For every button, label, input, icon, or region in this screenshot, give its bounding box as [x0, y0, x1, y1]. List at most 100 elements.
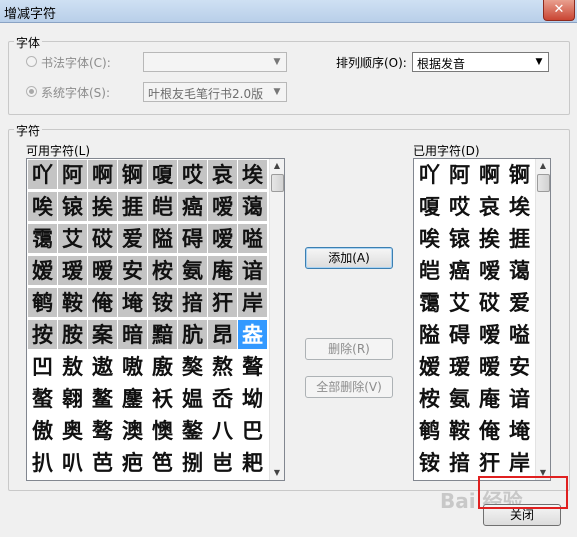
char-cell[interactable]: 唉 — [28, 192, 57, 221]
char-cell[interactable]: 嫒 — [415, 352, 444, 381]
char-cell[interactable]: 嗷 — [118, 352, 147, 381]
char-cell[interactable]: 巴 — [238, 416, 267, 445]
char-cell[interactable]: 岸 — [238, 288, 267, 317]
char-cell[interactable]: 螯 — [28, 384, 57, 413]
char-cell[interactable]: 吖 — [28, 160, 57, 189]
char-cell[interactable]: 隘 — [415, 320, 444, 349]
char-cell[interactable]: 氨 — [178, 256, 207, 285]
char-cell[interactable]: 阿 — [58, 160, 87, 189]
char-cell[interactable]: 皑 — [148, 192, 177, 221]
sort-order-select[interactable]: 根据发音 ▼ — [412, 52, 549, 72]
char-cell[interactable]: 鳌 — [88, 384, 117, 413]
char-cell[interactable]: 胺 — [58, 320, 87, 349]
char-cell[interactable]: 安 — [505, 352, 534, 381]
char-cell[interactable]: 耙 — [238, 448, 267, 477]
char-cell[interactable]: 肮 — [178, 320, 207, 349]
char-cell[interactable]: 庵 — [475, 384, 504, 413]
char-cell[interactable]: 砹 — [475, 288, 504, 317]
char-cell[interactable]: 凹 — [28, 352, 57, 381]
char-cell[interactable]: 叭 — [58, 448, 87, 477]
char-cell[interactable]: 唉 — [415, 224, 444, 253]
char-cell[interactable]: 扒 — [28, 448, 57, 477]
char-cell[interactable]: 鏖 — [118, 384, 147, 413]
char-cell[interactable]: 俺 — [475, 416, 504, 445]
char-cell[interactable]: 嗄 — [415, 192, 444, 221]
char-cell[interactable]: 霭 — [28, 224, 57, 253]
char-cell[interactable]: 傲 — [28, 416, 57, 445]
char-cell[interactable]: 哎 — [178, 160, 207, 189]
char-cell[interactable]: 埯 — [505, 416, 534, 445]
char-cell[interactable]: 锿 — [58, 192, 87, 221]
char-cell[interactable]: 坳 — [238, 384, 267, 413]
char-cell[interactable]: 蔼 — [238, 192, 267, 221]
char-cell[interactable]: 哀 — [475, 192, 504, 221]
char-cell[interactable]: 遨 — [88, 352, 117, 381]
char-cell[interactable]: 澳 — [118, 416, 147, 445]
char-cell[interactable]: 爱 — [505, 288, 534, 317]
char-cell[interactable]: 揞 — [178, 288, 207, 317]
char-cell[interactable]: 锿 — [445, 224, 474, 253]
char-cell[interactable]: 阿 — [445, 160, 474, 189]
char-cell[interactable]: 暧 — [88, 256, 117, 285]
char-cell[interactable]: 嗌 — [505, 320, 534, 349]
char-cell[interactable]: 艾 — [58, 224, 87, 253]
char-cell[interactable]: 鏊 — [178, 416, 207, 445]
char-cell[interactable]: 瑷 — [445, 352, 474, 381]
char-cell[interactable]: 熬 — [208, 352, 237, 381]
char-cell[interactable]: 桉 — [148, 256, 177, 285]
char-cell[interactable]: 捱 — [505, 224, 534, 253]
char-cell[interactable]: 廒 — [148, 352, 177, 381]
char-cell[interactable]: 芭 — [88, 448, 117, 477]
char-cell[interactable]: 鹌 — [415, 416, 444, 445]
scroll-up-icon[interactable]: ▲ — [270, 159, 284, 173]
char-cell[interactable]: 瑷 — [58, 256, 87, 285]
char-cell[interactable]: 鞍 — [445, 416, 474, 445]
char-cell[interactable]: 嗳 — [208, 224, 237, 253]
char-cell[interactable]: 嗳 — [208, 192, 237, 221]
char-cell[interactable]: 挨 — [475, 224, 504, 253]
system-font-select[interactable]: 叶根友毛笔行书2.0版 ▼ — [143, 82, 287, 102]
calligraphy-font-select[interactable]: ▼ — [143, 52, 287, 72]
char-cell[interactable]: 黯 — [148, 320, 177, 349]
char-cell[interactable]: 桉 — [415, 384, 444, 413]
char-cell[interactable]: 铵 — [415, 448, 444, 477]
char-cell[interactable]: 埃 — [505, 192, 534, 221]
char-cell[interactable]: 艾 — [445, 288, 474, 317]
char-cell[interactable]: 犴 — [208, 288, 237, 317]
char-cell[interactable]: 铵 — [148, 288, 177, 317]
calligraphy-font-radio[interactable] — [26, 56, 37, 67]
char-cell[interactable]: 挨 — [88, 192, 117, 221]
char-cell[interactable]: 揞 — [445, 448, 474, 477]
char-cell[interactable]: 嗌 — [238, 224, 267, 253]
char-cell[interactable]: 聱 — [238, 352, 267, 381]
char-cell[interactable]: 暗 — [118, 320, 147, 349]
char-cell[interactable]: 锕 — [505, 160, 534, 189]
char-cell[interactable]: 埯 — [118, 288, 147, 317]
char-cell[interactable]: 岙 — [208, 384, 237, 413]
char-cell[interactable]: 爱 — [118, 224, 147, 253]
char-cell[interactable]: 哎 — [445, 192, 474, 221]
char-cell[interactable]: 袄 — [148, 384, 177, 413]
char-cell[interactable]: 隘 — [148, 224, 177, 253]
char-cell[interactable]: 谙 — [238, 256, 267, 285]
char-cell[interactable]: 八 — [208, 416, 237, 445]
char-cell[interactable]: 霭 — [415, 288, 444, 317]
char-cell[interactable]: 皑 — [415, 256, 444, 285]
char-cell[interactable]: 嗄 — [148, 160, 177, 189]
char-cell[interactable]: 按 — [28, 320, 57, 349]
char-cell[interactable]: 鞍 — [58, 288, 87, 317]
char-cell[interactable]: 嗳 — [475, 256, 504, 285]
char-cell[interactable]: 懊 — [148, 416, 177, 445]
used-chars-grid[interactable]: ▲ ▼ 吖阿啊锕嗄哎哀埃唉锿挨捱皑癌嗳蔼霭艾砹爱隘碍嗳嗌嫒瑷暧安桉氨庵谙鹌鞍俺埯… — [413, 158, 551, 481]
char-cell[interactable]: 盎 — [238, 320, 267, 349]
system-font-radio[interactable] — [26, 86, 37, 97]
char-cell[interactable]: 犴 — [475, 448, 504, 477]
scroll-down-icon[interactable]: ▼ — [270, 466, 284, 480]
char-cell[interactable]: 癌 — [445, 256, 474, 285]
char-cell[interactable]: 嫒 — [28, 256, 57, 285]
char-cell[interactable]: 哀 — [208, 160, 237, 189]
available-chars-grid[interactable]: ▲ ▼ 吖阿啊锕嗄哎哀埃唉锿挨捱皑癌嗳蔼霭艾砹爱隘碍嗳嗌嫒瑷暧安桉氨庵谙鹌鞍俺埯… — [26, 158, 285, 481]
char-cell[interactable]: 媪 — [178, 384, 207, 413]
used-scrollbar[interactable]: ▲ ▼ — [535, 159, 550, 480]
char-cell[interactable]: 啊 — [88, 160, 117, 189]
